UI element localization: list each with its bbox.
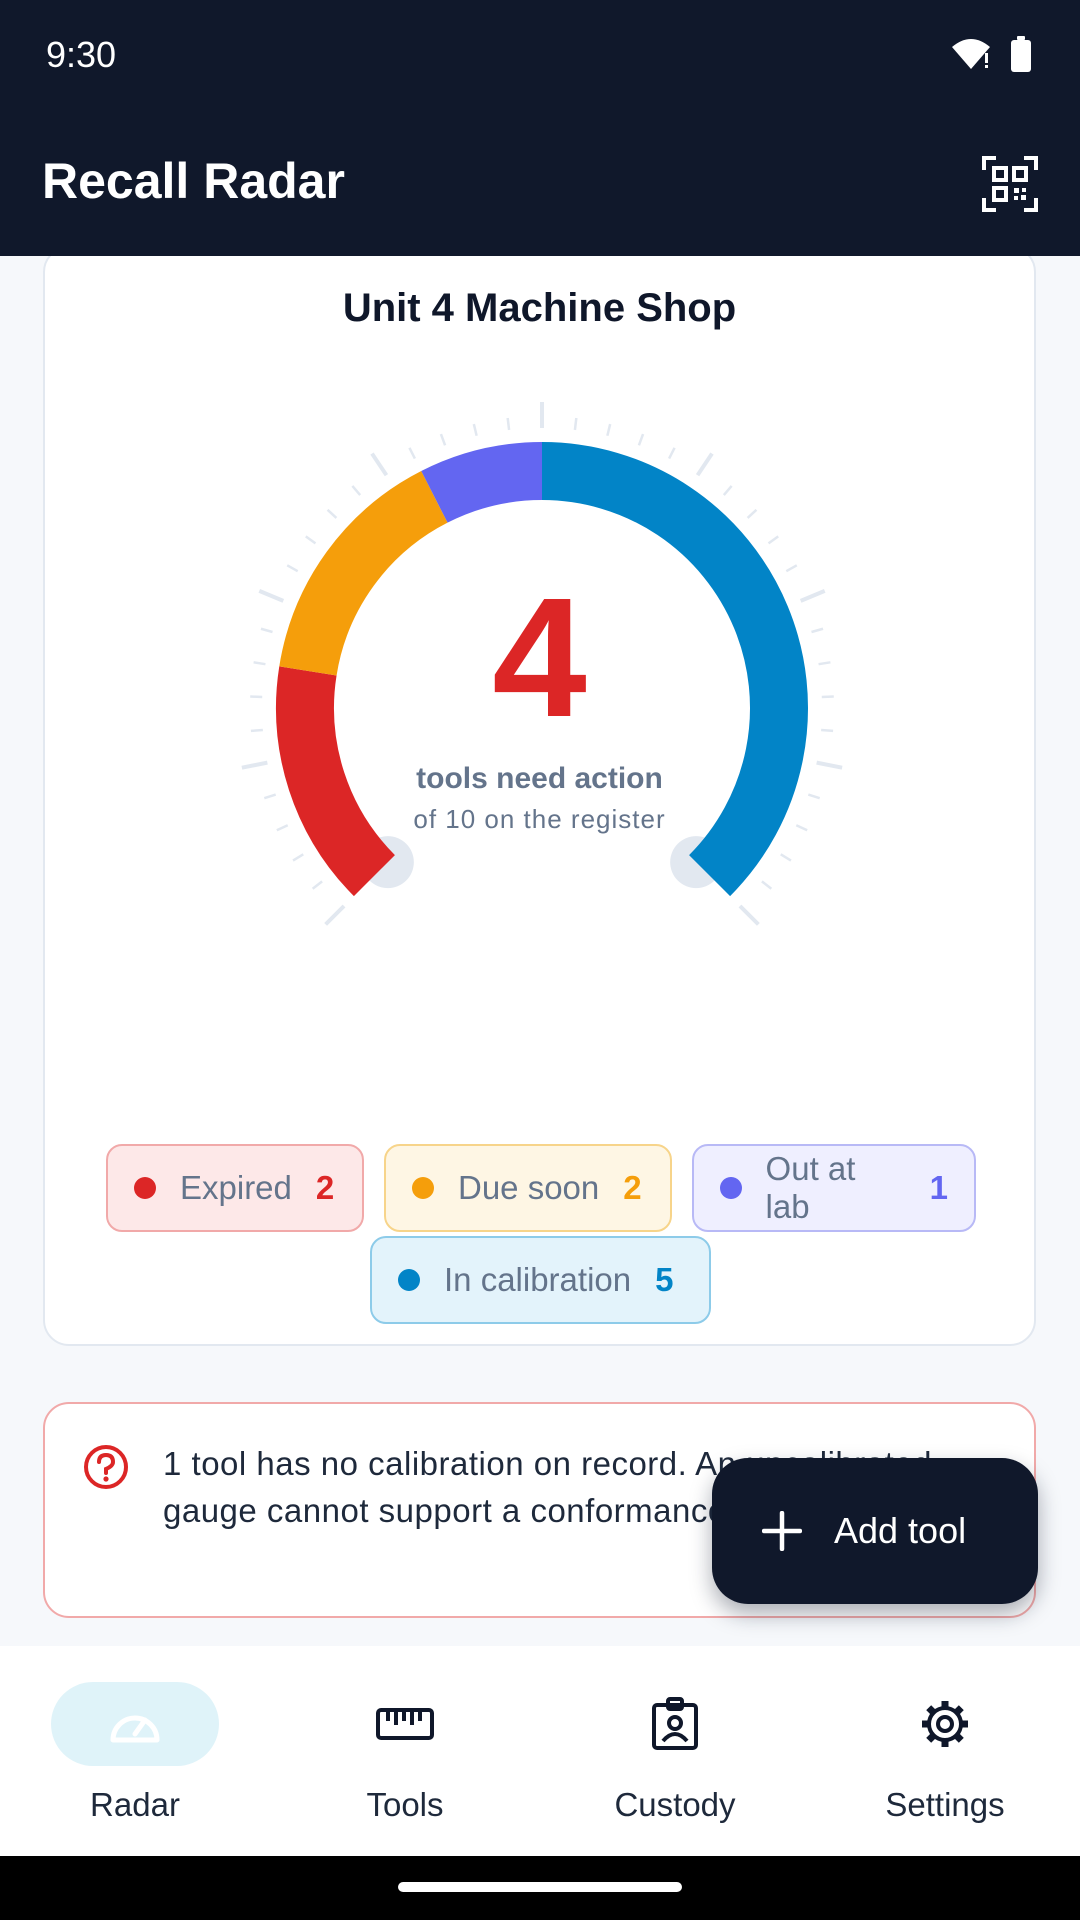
gauge-tick <box>695 452 714 477</box>
nav-item-settings[interactable]: Settings <box>810 1682 1080 1832</box>
chip-in-calibration-label: In calibration <box>444 1261 632 1298</box>
badge-icon <box>652 1697 698 1750</box>
chip-out-at-lab-label: Out at lab <box>765 1150 856 1225</box>
chip-in-calibration-count: 5 <box>655 1261 674 1298</box>
gauge-tick <box>573 417 578 431</box>
chip-out-at-lab-count: 1 <box>929 1169 948 1206</box>
gauge-tick <box>785 564 798 573</box>
ruler-icon <box>376 1708 434 1740</box>
gauge-tick <box>324 904 346 926</box>
nav-item-radar[interactable]: Radar <box>0 1682 270 1832</box>
add-tool-label: Add tool <box>834 1510 967 1551</box>
nav-label-tools: Tools <box>366 1786 444 1823</box>
plus-icon <box>762 1511 802 1551</box>
needs-action-count: 4 <box>492 563 587 753</box>
chip-due-soon[interactable]: Due soon 2 <box>384 1144 672 1232</box>
gauge-tick <box>722 485 733 496</box>
wifi-icon <box>952 39 990 69</box>
gauge-tick <box>286 564 299 573</box>
gauge-tick <box>351 485 362 496</box>
expired-dot <box>134 1177 156 1199</box>
gauge-tick <box>668 447 676 460</box>
status-time: 9:30 <box>46 34 117 75</box>
gauge-tick <box>472 423 478 437</box>
shop-summary-card: Unit 4 Machine Shop 4 tools need action … <box>43 256 1036 1346</box>
qr-code-icon <box>982 156 1038 212</box>
nav-label-custody: Custody <box>614 1786 736 1823</box>
gauge-tick <box>370 452 389 477</box>
gauge-tick <box>637 433 645 446</box>
gauge-tick <box>408 447 416 460</box>
gauge-tick <box>506 417 511 431</box>
gauge-tick <box>606 423 612 437</box>
gear-icon <box>922 1701 968 1747</box>
scan-qr-button[interactable] <box>974 148 1046 220</box>
status-bar: 9:30 <box>0 0 1080 112</box>
gauge-tick <box>767 535 779 545</box>
gauge-tick <box>738 904 760 926</box>
gauge-icon <box>110 1715 160 1743</box>
chip-expired[interactable]: Expired 2 <box>106 1144 364 1232</box>
chip-due-soon-count: 2 <box>623 1169 642 1206</box>
out-at-lab-dot <box>720 1177 742 1199</box>
chip-due-soon-label: Due soon <box>458 1169 600 1206</box>
gauge-tick <box>326 508 338 519</box>
gauge-tick <box>311 880 323 890</box>
add-tool-button[interactable]: Add tool <box>712 1458 1038 1604</box>
nav-active-indicator <box>51 1682 219 1766</box>
register-total-label: of 10 on the register <box>413 804 666 834</box>
help-circle-icon <box>84 1445 128 1489</box>
app-title: Recall Radar <box>42 153 345 209</box>
chip-expired-count: 2 <box>315 1169 335 1206</box>
nav-item-tools[interactable]: Tools <box>270 1682 540 1832</box>
gauge-tick <box>761 880 773 890</box>
nav-label-settings: Settings <box>885 1786 1005 1823</box>
gauge-tick <box>439 433 447 446</box>
gauge-tick <box>780 853 792 862</box>
gauge-tick <box>305 535 317 545</box>
gauge-tick <box>292 853 304 862</box>
chip-expired-label: Expired <box>180 1169 292 1206</box>
status-icons <box>950 36 1032 72</box>
gesture-handle[interactable] <box>398 1882 682 1892</box>
nav-tools-icon-wrap <box>321 1682 489 1766</box>
nav-custody-icon-wrap <box>591 1682 759 1766</box>
content-scroll[interactable]: Unit 4 Machine Shop 4 tools need action … <box>0 256 1080 1646</box>
gesture-bar <box>0 1856 1080 1920</box>
nav-item-custody[interactable]: Custody <box>540 1682 810 1832</box>
chip-in-calibration[interactable]: In calibration 5 <box>370 1236 711 1324</box>
app-bar: Recall Radar <box>0 112 1080 256</box>
gauge-segment-out-at-lab <box>421 442 543 523</box>
battery-icon <box>1011 36 1031 72</box>
nav-label-radar: Radar <box>90 1786 180 1823</box>
bottom-navigation: Radar Tools Custody Settings <box>0 1646 1080 1856</box>
nav-settings-icon-wrap <box>861 1682 1029 1766</box>
in-calibration-dot <box>398 1269 420 1291</box>
chip-out-at-lab[interactable]: Out at lab 1 <box>692 1144 976 1232</box>
needs-action-label: tools need action <box>416 762 663 795</box>
due-soon-dot <box>412 1177 434 1199</box>
gauge-tick <box>746 508 758 519</box>
